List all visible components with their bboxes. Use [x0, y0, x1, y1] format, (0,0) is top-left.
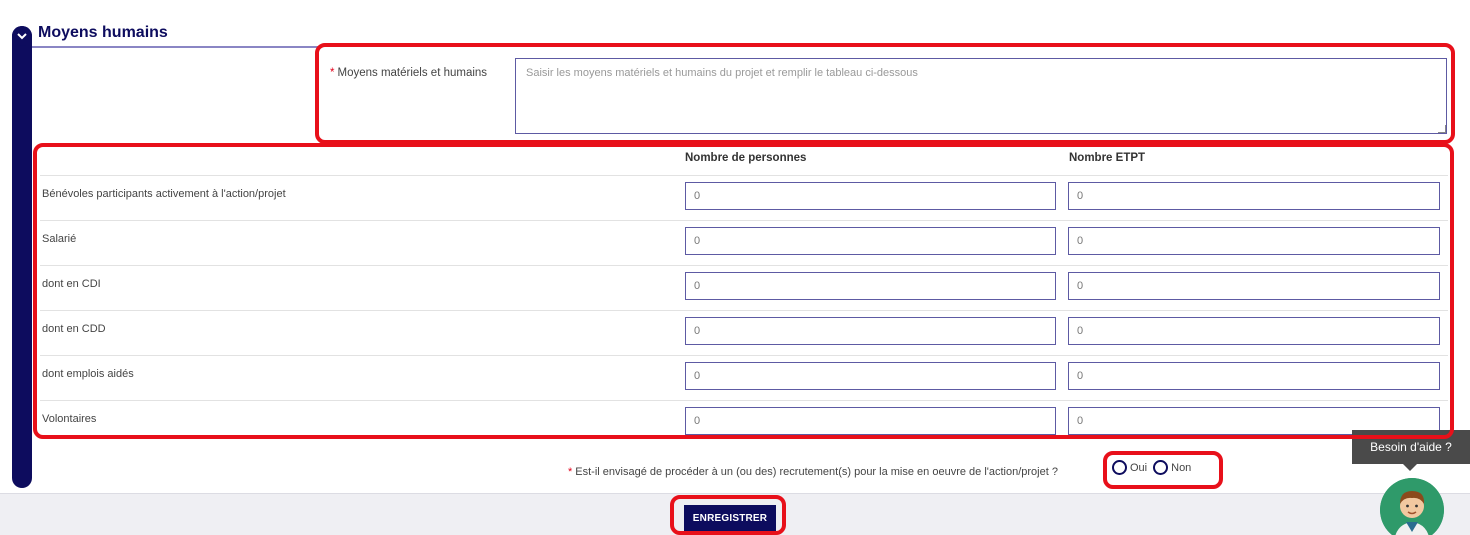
radio-non-label[interactable]: Non	[1171, 462, 1191, 474]
material-label: * Moyens matériels et humains	[330, 67, 487, 79]
save-button[interactable]: ENREGISTRER	[684, 505, 776, 531]
help-tooltip: Besoin d'aide ?	[1352, 430, 1470, 464]
etpt-input[interactable]	[1068, 272, 1440, 300]
radio-oui[interactable]	[1112, 460, 1127, 475]
etpt-input[interactable]	[1068, 317, 1440, 345]
title-underline	[32, 46, 322, 48]
table-row: dont emplois aidés	[40, 355, 1448, 399]
form-page: Moyens humains * Moyens matériels et huma…	[0, 0, 1470, 535]
chevron-down-icon[interactable]	[12, 26, 32, 46]
row-label: dont en CDD	[42, 323, 106, 335]
row-label: dont en CDI	[42, 278, 101, 290]
recruitment-question-text: Est-il envisagé de procéder à un (ou des…	[575, 466, 1058, 478]
persons-input[interactable]	[685, 407, 1056, 435]
radio-non[interactable]	[1153, 460, 1169, 475]
required-mark: *	[330, 67, 335, 79]
table-row: Volontaires	[40, 400, 1448, 444]
radio-oui-label[interactable]: Oui	[1130, 462, 1147, 474]
row-label: dont emplois aidés	[42, 368, 134, 380]
table-row: Salarié	[40, 220, 1448, 264]
persons-input[interactable]	[685, 182, 1056, 210]
persons-input[interactable]	[685, 227, 1056, 255]
etpt-input[interactable]	[1068, 362, 1440, 390]
persons-input[interactable]	[685, 317, 1056, 345]
column-header-etpt: Nombre ETPT	[1069, 152, 1146, 164]
material-textarea[interactable]	[515, 58, 1447, 134]
row-label: Bénévoles participants activement à l'ac…	[42, 188, 286, 200]
table-row: dont en CDD	[40, 310, 1448, 354]
persons-input[interactable]	[685, 272, 1056, 300]
required-mark: *	[568, 466, 573, 478]
column-header-persons: Nombre de personnes	[685, 152, 807, 164]
etpt-input[interactable]	[1068, 227, 1440, 255]
section-side-bar	[12, 26, 32, 488]
assistant-avatar-icon[interactable]	[1380, 478, 1444, 535]
persons-input[interactable]	[685, 362, 1056, 390]
material-label-text: Moyens matériels et humains	[337, 67, 488, 79]
resize-handle[interactable]	[1438, 125, 1446, 133]
tooltip-arrow	[1403, 464, 1417, 471]
table-row: dont en CDI	[40, 265, 1448, 309]
section-title: Moyens humains	[38, 24, 168, 41]
row-label: Volontaires	[42, 413, 97, 425]
recruitment-radio-group: Oui Non	[1112, 460, 1197, 475]
table-row: Bénévoles participants activement à l'ac…	[40, 175, 1448, 219]
row-label: Salarié	[42, 233, 77, 245]
etpt-input[interactable]	[1068, 182, 1440, 210]
recruitment-question: * Est-il envisagé de procéder à un (ou de…	[568, 466, 1058, 478]
